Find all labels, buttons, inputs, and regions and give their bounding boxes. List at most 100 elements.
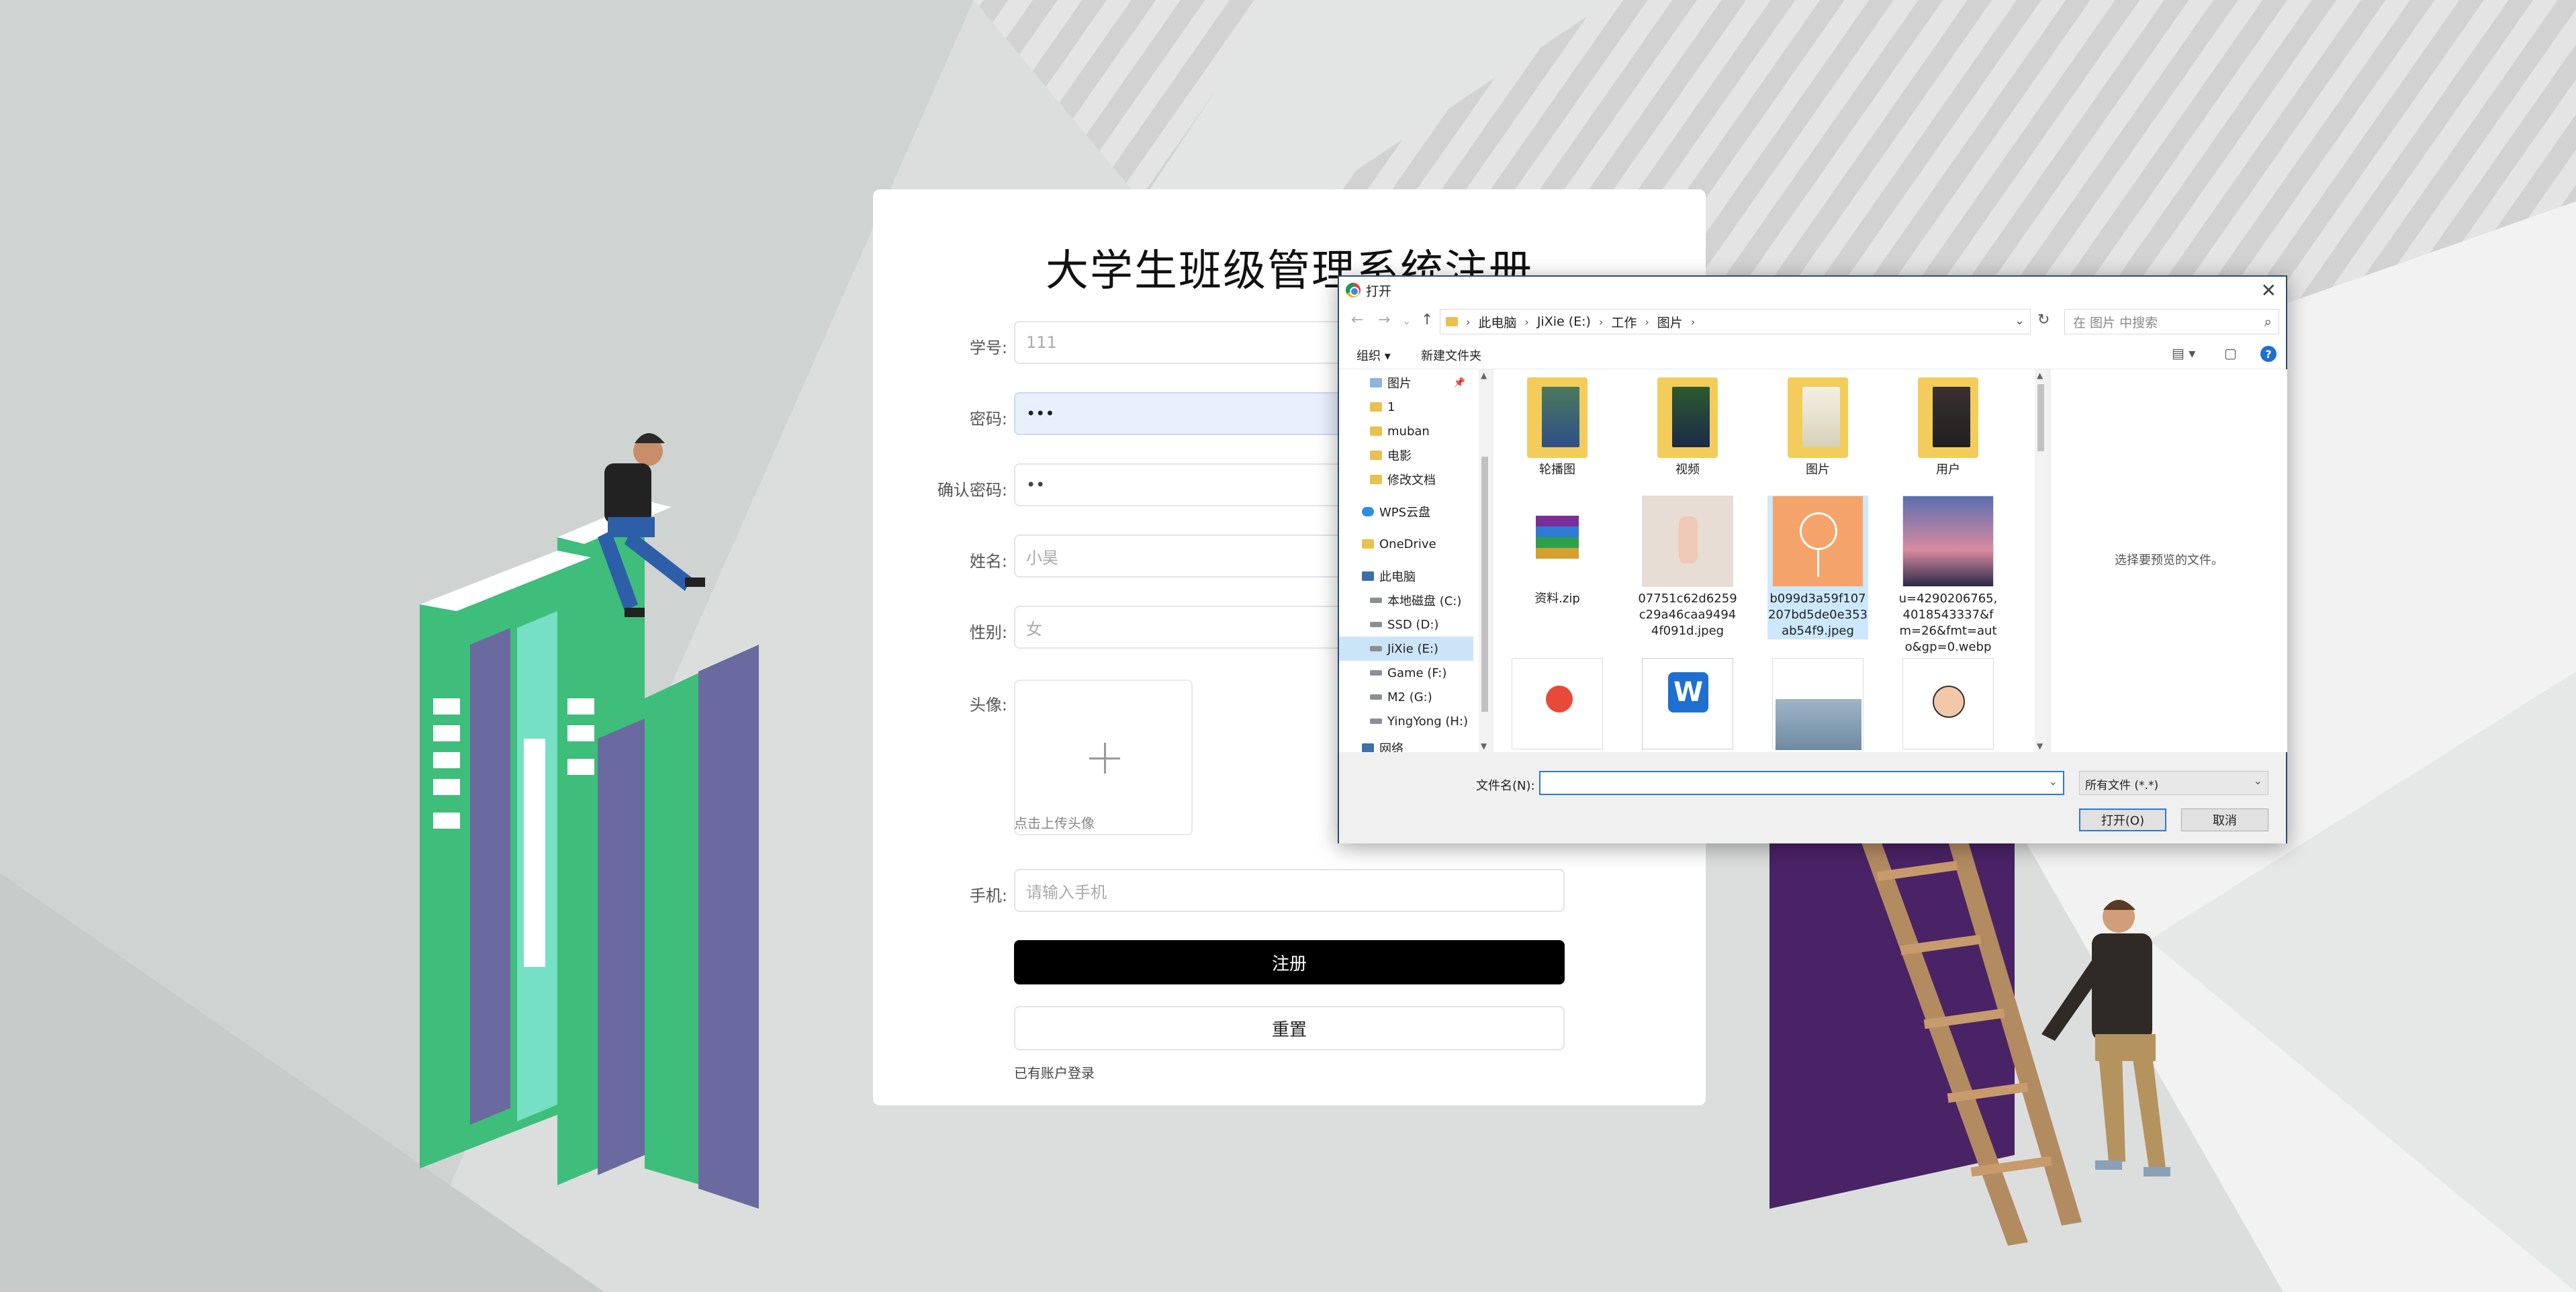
reset-button[interactable]: 重置	[1014, 1006, 1565, 1050]
nav-label: 图片	[1387, 377, 1412, 391]
file-name: 轮播图	[1539, 463, 1575, 477]
nav-item-drive-e[interactable]: JiXie (E:)	[1339, 637, 1473, 661]
folder-icon	[1788, 377, 1848, 458]
filetype-select[interactable]: 所有文件 (*.*) ⌄	[2079, 771, 2268, 795]
file-item-partial[interactable]: W	[1637, 658, 1738, 752]
file-name: b099d3a59f107207bd5de0e353ab54f9.jpeg	[1767, 592, 1868, 638]
preview-pane-icon[interactable]: ▢	[2224, 345, 2237, 361]
file-item-folder[interactable]: 用户	[1898, 372, 1998, 478]
nav-item-drive-d[interactable]: SSD (D:)	[1339, 612, 1473, 637]
nav-item-onedrive[interactable]: OneDrive	[1339, 532, 1473, 556]
dialog-title: 打开	[1366, 283, 1392, 299]
wps-doc-icon: W	[1642, 658, 1733, 749]
folder-icon	[1370, 378, 1382, 387]
nav-item-1[interactable]: 1	[1339, 395, 1473, 419]
up-arrow-icon[interactable]: ↑	[1421, 312, 1433, 328]
nav-item-this-pc[interactable]: 此电脑	[1339, 564, 1473, 588]
file-item-zip[interactable]: 资料.zip	[1507, 496, 1608, 607]
drive-icon	[1370, 598, 1382, 603]
nav-item-movies[interactable]: 电影	[1339, 443, 1473, 467]
pc-icon	[1362, 571, 1374, 581]
breadcrumb-item[interactable]: 此电脑	[1478, 313, 1516, 331]
chevron-down-icon[interactable]: ⌄	[1402, 314, 1411, 327]
help-icon[interactable]: ?	[2260, 346, 2276, 362]
dialog-titlebar[interactable]: 打开 ✕	[1339, 277, 2286, 304]
nav-item-drive-c[interactable]: 本地磁盘 (C:)	[1339, 588, 1473, 612]
file-item-image[interactable]: b099d3a59f107207bd5de0e353ab54f9.jpeg	[1767, 496, 1868, 639]
image-thumbnail	[1772, 658, 1864, 750]
forward-arrow-icon[interactable]: →	[1378, 312, 1390, 328]
cancel-button[interactable]: 取消	[2181, 809, 2268, 831]
nav-item-drive-f[interactable]: Game (F:)	[1339, 661, 1473, 685]
nav-item-docs[interactable]: 修改文档	[1339, 467, 1473, 492]
nav-scrollbar[interactable]: ▲ ▼	[1479, 369, 1491, 752]
scroll-up-icon[interactable]: ▲	[1481, 371, 1487, 380]
file-item-folder[interactable]: 图片	[1767, 372, 1868, 478]
file-grid: 轮播图 视频 图片 用户 资料.zip 07751c62d6259c29a46c…	[1493, 369, 2035, 752]
filename-input[interactable]: ⌄	[1539, 771, 2064, 795]
folder-icon	[1446, 317, 1458, 326]
image-thumbnail	[1512, 658, 1603, 749]
nav-label: YingYong (H:)	[1387, 714, 1469, 729]
close-icon[interactable]: ✕	[2261, 279, 2276, 302]
file-item-partial[interactable]	[1507, 658, 1608, 752]
nav-item-pictures[interactable]: 图片 📌	[1339, 371, 1473, 395]
organize-menu[interactable]: 组织 ▾	[1356, 347, 1391, 364]
register-button[interactable]: 注册	[1014, 940, 1565, 984]
nav-label: 网络	[1379, 742, 1404, 752]
address-bar[interactable]: › 此电脑 › JiXie (E:) › 工作 › 图片 › ⌄	[1440, 309, 2031, 334]
drive-icon	[1370, 670, 1382, 676]
name-value: 小昊	[1026, 548, 1058, 567]
refresh-icon[interactable]: ↻	[2037, 312, 2050, 328]
view-options-icon[interactable]: ▤ ▾	[2172, 345, 2195, 361]
file-item-folder[interactable]: 视频	[1637, 372, 1738, 478]
image-thumbnail	[1902, 496, 1994, 587]
breadcrumb-item[interactable]: 工作	[1611, 313, 1637, 331]
back-arrow-icon[interactable]: ←	[1351, 312, 1363, 328]
file-item-folder[interactable]: 轮播图	[1507, 372, 1608, 478]
filename-label: 文件名(N):	[1476, 779, 1535, 793]
file-open-dialog: 打开 ✕ ← → ⌄ ↑ › 此电脑 › JiXie (E:) › 工作 › 图…	[1338, 275, 2287, 843]
chevron-down-icon[interactable]: ⌄	[2015, 314, 2025, 328]
file-name: 视频	[1675, 463, 1700, 477]
nav-item-drive-g[interactable]: M2 (G:)	[1339, 685, 1473, 709]
open-button[interactable]: 打开(O)	[2079, 809, 2166, 831]
folder-icon	[1918, 377, 1978, 458]
drive-icon	[1370, 622, 1382, 627]
file-item-partial[interactable]	[1898, 658, 1998, 752]
file-item-image[interactable]: 07751c62d6259c29a46caa94944f091d.jpeg	[1637, 496, 1738, 639]
avatar-label: 头像:	[969, 696, 1007, 714]
phone-input[interactable]: 请输入手机	[1014, 869, 1565, 912]
image-thumbnail	[1902, 658, 1994, 749]
breadcrumb-item[interactable]: 图片	[1657, 313, 1683, 331]
search-input[interactable]: 在 图片 中搜索 ⌕	[2064, 309, 2279, 334]
chevron-down-icon[interactable]: ⌄	[2049, 775, 2058, 788]
address-row: ← → ⌄ ↑ › 此电脑 › JiXie (E:) › 工作 › 图片 › ⌄…	[1339, 304, 2286, 340]
cloud-icon	[1362, 507, 1374, 516]
filetype-value: 所有文件 (*.*)	[2085, 779, 2159, 792]
phone-placeholder: 请输入手机	[1026, 882, 1107, 902]
file-item-partial[interactable]	[1767, 658, 1868, 752]
file-item-image[interactable]: u=4290206765,4018543337&fm=26&fmt=auto&g…	[1898, 496, 1998, 655]
content-scrollbar[interactable]: ▲ ▼	[2035, 369, 2047, 752]
folder-icon	[1370, 451, 1382, 460]
nav-label: Game (F:)	[1387, 665, 1447, 680]
folder-icon	[1527, 377, 1588, 458]
image-thumbnail	[1772, 496, 1864, 587]
scroll-down-icon[interactable]: ▼	[1481, 741, 1487, 751]
nav-item-wps-cloud[interactable]: WPS云盘	[1339, 500, 1473, 524]
scroll-up-icon[interactable]: ▲	[2037, 371, 2043, 380]
login-link[interactable]: 已有账户登录	[1014, 1062, 1095, 1082]
nav-item-muban[interactable]: muban	[1339, 419, 1473, 443]
nav-label: 本地磁盘 (C:)	[1387, 594, 1462, 608]
breadcrumb-item[interactable]: JiXie (E:)	[1537, 314, 1591, 329]
nav-item-network[interactable]: 网络	[1339, 736, 1473, 752]
file-name: 图片	[1806, 463, 1830, 477]
file-name: 资料.zip	[1534, 592, 1580, 606]
scroll-down-icon[interactable]: ▼	[2037, 741, 2043, 751]
new-folder-button[interactable]: 新建文件夹	[1421, 347, 1481, 364]
nav-label: 此电脑	[1379, 570, 1416, 584]
navigation-pane: 图片 📌 1 muban 电影 修改文档 WPS云盘 OneDrive 此电脑 …	[1339, 369, 1479, 752]
password-value: •••	[1026, 404, 1055, 423]
nav-item-drive-h[interactable]: YingYong (H:)	[1339, 709, 1473, 733]
